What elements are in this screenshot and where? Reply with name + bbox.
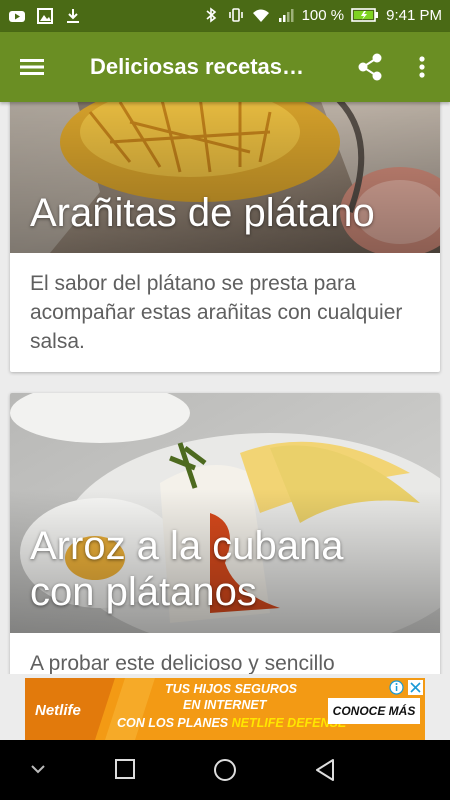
- app-bar: Deliciosas recetas…: [0, 32, 450, 102]
- recipe-title-line-2: con plátanos: [30, 570, 257, 614]
- ad-text-line-3a: CON LOS PLANES: [117, 716, 229, 730]
- status-bar: 100 % 9:41 PM: [0, 0, 450, 32]
- back-button-icon[interactable]: [313, 758, 337, 782]
- ad-info-icon[interactable]: [389, 680, 404, 695]
- menu-icon[interactable]: [17, 53, 47, 81]
- signal-icon: [278, 9, 294, 22]
- recents-button-icon[interactable]: [114, 758, 136, 780]
- clock: 9:41 PM: [386, 6, 442, 24]
- bluetooth-icon: [206, 7, 216, 23]
- share-icon[interactable]: [356, 52, 384, 82]
- more-options-icon[interactable]: [410, 52, 434, 82]
- system-icons: 100 % 9:41 PM: [202, 6, 442, 24]
- recipe-description: El sabor del plátano se presta para acom…: [30, 272, 403, 353]
- chevron-down-icon[interactable]: [28, 762, 48, 776]
- ad-close-icon[interactable]: [408, 680, 423, 695]
- ad-banner[interactable]: Netlife TUS HIJOS SEGUROS EN INTERNET CO…: [25, 678, 425, 740]
- recipe-title-line-1: Arroz a la cubana: [30, 524, 344, 568]
- image-icon: [37, 8, 53, 24]
- wifi-icon: [252, 9, 269, 22]
- home-button-icon[interactable]: [213, 758, 237, 782]
- ad-cta-button[interactable]: CONOCE MÁS: [328, 698, 420, 724]
- system-navigation-bar: [0, 740, 450, 800]
- ad-brand-logo: Netlife: [35, 702, 81, 719]
- recipe-card[interactable]: Arañitas de plátano El sabor del plátano…: [10, 102, 440, 372]
- ad-text-line-3: CON LOS PLANES NETLIFE DEFENSE: [117, 716, 346, 730]
- ad-controls: [389, 680, 423, 695]
- recipe-image: Arañitas de plátano: [10, 102, 440, 253]
- ad-banner-area: Netlife TUS HIJOS SEGUROS EN INTERNET CO…: [0, 674, 450, 740]
- recipe-image: Arroz a la cubana con plátanos: [10, 393, 440, 633]
- recipe-list[interactable]: Arañitas de plátano El sabor del plátano…: [0, 102, 450, 674]
- recipe-title: Arañitas de plátano: [30, 191, 375, 235]
- recipe-title: Arroz a la cubana con plátanos: [30, 523, 344, 615]
- recipe-card[interactable]: Arroz a la cubana con plátanos A probar …: [10, 393, 440, 674]
- vibrate-icon: [228, 8, 243, 22]
- download-icon: [67, 9, 79, 23]
- battery-percent: 100 %: [301, 6, 345, 24]
- ad-text-line-2: EN INTERNET: [183, 698, 267, 712]
- battery-icon: [351, 8, 379, 22]
- ad-text-line-1: TUS HIJOS SEGUROS: [165, 682, 297, 696]
- notification-icons: [8, 7, 82, 25]
- app-title: Deliciosas recetas…: [90, 54, 305, 79]
- youtube-icon: [9, 11, 25, 22]
- recipe-description: A probar este delicioso y sencillo: [30, 652, 335, 674]
